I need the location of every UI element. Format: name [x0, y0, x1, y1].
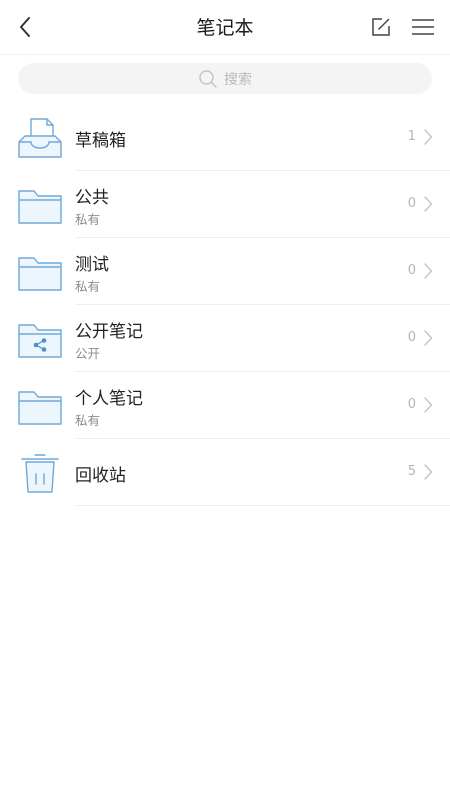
chevron-right-icon	[424, 464, 433, 480]
search-placeholder: 搜索	[224, 71, 252, 88]
notebook-item-public-notes[interactable]: 公开笔记 公开 0	[0, 305, 450, 372]
notebook-item-public[interactable]: 公共 私有 0	[0, 171, 450, 238]
notebook-name: 个人笔记	[75, 389, 143, 409]
folder-icon	[18, 391, 62, 425]
note-count: 0	[407, 196, 416, 211]
edit-icon	[372, 18, 390, 36]
notebook-item-drafts[interactable]: 草稿箱 1	[0, 104, 450, 171]
notebook-item-trash[interactable]: 回收站 5	[0, 439, 450, 506]
note-count: 0	[407, 263, 416, 278]
notebook-name: 公共	[75, 188, 109, 208]
menu-button[interactable]	[408, 14, 438, 40]
search-icon	[199, 69, 217, 88]
notebook-item-personal-notes[interactable]: 个人笔记 私有 0	[0, 372, 450, 439]
notebook-visibility: 私有	[75, 413, 101, 428]
notebook-list: 草稿箱 1 公共 私有 0 测试 私有 0 公开笔记 公开 0 个人笔记 私有 …	[0, 104, 450, 506]
notebook-visibility: 私有	[75, 279, 101, 294]
note-count: 5	[407, 464, 416, 479]
hamburger-menu-icon	[412, 19, 434, 35]
top-navigation-bar: 笔记本	[0, 0, 450, 55]
note-count: 0	[407, 397, 416, 412]
chevron-right-icon	[424, 196, 433, 212]
chevron-right-icon	[424, 263, 433, 279]
inbox-tray-icon	[18, 118, 62, 158]
new-note-button[interactable]	[368, 14, 394, 40]
note-count: 0	[407, 330, 416, 345]
note-count: 1	[407, 129, 416, 144]
notebook-item-test[interactable]: 测试 私有 0	[0, 238, 450, 305]
folder-icon	[18, 257, 62, 291]
chevron-right-icon	[424, 397, 433, 413]
folder-icon	[18, 190, 62, 224]
shared-folder-icon	[18, 324, 62, 358]
divider	[75, 505, 450, 506]
chevron-right-icon	[424, 330, 433, 346]
notebook-visibility: 公开	[75, 346, 101, 361]
chevron-right-icon	[424, 129, 433, 145]
notebook-name: 回收站	[75, 466, 126, 486]
trash-icon	[21, 454, 59, 493]
notebook-name: 草稿箱	[75, 131, 126, 151]
search-bar[interactable]: 搜索	[18, 63, 432, 94]
notebook-name: 公开笔记	[75, 322, 143, 342]
notebook-name: 测试	[75, 255, 109, 275]
notebook-visibility: 私有	[75, 212, 101, 227]
